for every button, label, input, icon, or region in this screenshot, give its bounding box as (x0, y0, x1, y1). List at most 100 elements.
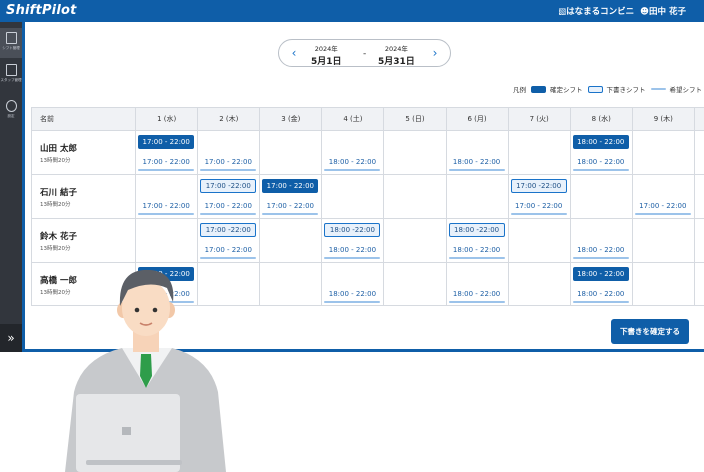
column-header-day: 4 (土) (321, 107, 385, 131)
end-year: 2024年 (384, 45, 408, 53)
shift-cell[interactable]: 17:00 - 22:00 17:00 - 22:00 (259, 174, 323, 219)
confirmed-shift[interactable]: 17:00 - 22:00 (262, 179, 319, 193)
shift-cell[interactable]: 18:00 - 22:00 (445, 262, 509, 305)
shift-cell[interactable] (321, 174, 385, 219)
period-selector: ‹ 2024年 5月1日 - 2024年 5月31日 › (278, 39, 451, 67)
shift-cell[interactable]: 17:00 -22:00 17:00 - 22:00 (507, 174, 571, 219)
shift-cell[interactable]: 18:00 - 22:00 (569, 218, 633, 263)
column-header-day: 5 (日) (383, 107, 447, 131)
shift-cell[interactable] (507, 130, 571, 175)
legend-confirmed: 確定シフト (531, 84, 583, 94)
legend-draft-label: 下書きシフト (606, 86, 646, 94)
laptop-base (86, 460, 182, 465)
shift-cell[interactable] (383, 130, 447, 175)
shift-cell[interactable]: 18:00 -22:00 18:00 - 22:00 (321, 218, 385, 263)
shift-cell[interactable] (383, 174, 447, 219)
shift-cell[interactable] (631, 130, 695, 175)
draft-shift[interactable]: 18:00 -22:00 (324, 223, 381, 237)
shift-cell[interactable] (569, 174, 633, 219)
draft-shift[interactable]: 17:00 -22:00 (200, 179, 257, 193)
shift-cell[interactable]: 18:00 - 22:00 18:00 - 22:00 (569, 262, 633, 305)
column-header-day: 2 (木) (197, 107, 261, 131)
staff-list-icon (5, 64, 17, 76)
shift-cell-overflow (693, 262, 704, 305)
store-name: はなまるコンビニ (566, 7, 635, 17)
shift-cell[interactable] (383, 262, 447, 305)
confirmed-shift[interactable]: 17:00 - 22:00 (138, 135, 195, 149)
column-header-more (693, 107, 704, 131)
shift-cell[interactable]: 17:00 - 22:00 (135, 174, 199, 219)
shift-cell[interactable]: 18:00 - 22:00 (445, 130, 509, 175)
calendar-icon (5, 32, 17, 44)
top-bar: ShiftPilot ▧はなまるコンビニ ☻田中 花子 (0, 0, 704, 22)
wish-shift: 17:00 - 22:00 (634, 199, 691, 215)
shift-cell[interactable] (445, 174, 509, 219)
end-date: 5月31日 (378, 57, 415, 67)
user-menu[interactable]: ☻田中 花子 (640, 5, 686, 17)
shift-cell-overflow (693, 218, 704, 263)
table-header-row: 名前 1 (水) 2 (木) 3 (金) 4 (土) 5 (日) 6 (月) 7 (火) 8 (… (31, 107, 704, 131)
start-date: 5月1日 (311, 57, 342, 67)
wish-shift: 18:00 - 22:00 (324, 243, 381, 259)
shift-cell[interactable]: 18:00 - 22:00 (321, 130, 385, 175)
staff-name-cell[interactable]: 石川 結子 13時間20分 (31, 174, 137, 219)
staff-hours: 13時間20分 (40, 158, 71, 164)
sidebar-item-settings[interactable]: 設定 (0, 96, 22, 126)
shift-cell[interactable]: 17:00 - 22:00 (197, 130, 261, 175)
sidebar-item-shift[interactable]: シフト管理 (0, 28, 22, 58)
legend-confirmed-label: 確定シフト (550, 86, 583, 94)
draft-shift[interactable]: 17:00 -22:00 (510, 179, 567, 193)
prev-period-button[interactable]: ‹ (287, 45, 301, 61)
shift-cell[interactable] (631, 218, 695, 263)
wish-shift: 18:00 - 22:00 (324, 287, 381, 303)
confirmed-shift[interactable]: 18:00 - 22:00 (572, 135, 629, 149)
wish-shift: 18:00 - 22:00 (448, 243, 505, 259)
confirmed-swatch (531, 85, 546, 93)
wish-shift: 17:00 - 22:00 (510, 199, 567, 215)
shift-cell[interactable] (259, 130, 323, 175)
laptop-logo (122, 427, 131, 435)
shift-cell-overflow (693, 130, 704, 175)
wish-shift: 18:00 - 22:00 (572, 243, 629, 259)
staff-hours: 13時間20分 (40, 202, 71, 208)
legend-title: 凡例 (513, 86, 526, 94)
top-right-info: ▧はなまるコンビニ ☻田中 花子 (558, 5, 686, 17)
table-row: 山田 太郎 13時間20分 17:00 - 22:00 17:00 - 22:00 17… (31, 130, 704, 175)
shift-cell[interactable]: 18:00 -22:00 18:00 - 22:00 (445, 218, 509, 263)
shift-cell[interactable]: 17:00 -22:00 17:00 - 22:00 (197, 174, 261, 219)
shift-cell[interactable]: 17:00 - 22:00 (631, 174, 695, 219)
shift-cell[interactable] (507, 218, 571, 263)
confirm-drafts-button[interactable]: 下書きを確定する (611, 319, 689, 344)
shift-cell[interactable]: 17:00 - 22:00 17:00 - 22:00 (135, 130, 199, 175)
staff-name: 鈴木 花子 (40, 232, 77, 242)
column-header-day: 8 (水) (569, 107, 633, 131)
wish-swatch (650, 88, 666, 90)
next-period-button[interactable]: › (428, 45, 442, 61)
shift-cell[interactable] (259, 262, 323, 305)
wish-shift: 17:00 - 22:00 (200, 199, 257, 215)
user-name: 田中 花子 (649, 7, 686, 17)
legend: 凡例 確定シフト 下書きシフト 希望シフト (513, 84, 702, 94)
shift-cell[interactable] (631, 262, 695, 305)
sidebar-expand-button[interactable]: » (0, 324, 22, 352)
column-header-day: 1 (水) (135, 107, 199, 131)
wish-shift: 17:00 - 22:00 (138, 155, 195, 171)
shift-cell[interactable] (383, 218, 447, 263)
shift-cell[interactable] (507, 262, 571, 305)
period-separator: - (363, 49, 367, 59)
sidebar-item-label: 設定 (7, 114, 15, 118)
draft-swatch (587, 85, 603, 93)
column-header-day: 9 (木) (631, 107, 695, 131)
wish-shift: 18:00 - 22:00 (572, 287, 629, 303)
confirmed-shift[interactable]: 18:00 - 22:00 (572, 267, 629, 281)
shift-cell[interactable] (259, 218, 323, 263)
store-selector[interactable]: ▧はなまるコンビニ (558, 5, 634, 17)
shift-cell[interactable]: 18:00 - 22:00 (321, 262, 385, 305)
wish-shift: 18:00 - 22:00 (448, 155, 505, 171)
wish-shift: 17:00 - 22:00 (262, 199, 319, 215)
draft-shift[interactable]: 18:00 -22:00 (448, 223, 505, 237)
staff-name-cell[interactable]: 山田 太郎 13時間20分 (31, 130, 137, 175)
sidebar-item-staff[interactable]: スタッフ管理 (0, 60, 22, 90)
draft-shift[interactable]: 17:00 -22:00 (200, 223, 257, 237)
shift-cell[interactable]: 18:00 - 22:00 18:00 - 22:00 (569, 130, 633, 175)
